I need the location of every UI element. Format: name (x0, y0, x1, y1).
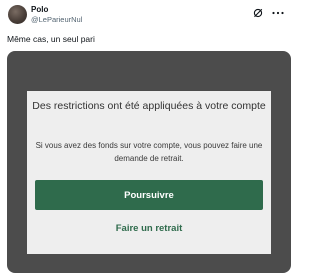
tweet-text: Même cas, un seul pari (7, 34, 95, 44)
tweet-header: Polo @LeParieurNul (0, 0, 300, 30)
grok-icon[interactable] (253, 8, 263, 18)
author-name[interactable]: Polo (31, 5, 48, 14)
more-horizontal-icon[interactable] (271, 8, 285, 18)
withdraw-link[interactable]: Faire un retrait (27, 221, 271, 237)
author-handle[interactable]: @LeParieurNul (31, 15, 82, 24)
avatar[interactable] (8, 5, 27, 24)
dialog-body: Si vous avez des fonds sur votre compte,… (35, 141, 263, 163)
continue-button[interactable]: Poursuivre (35, 180, 263, 210)
dialog-title: Des restrictions ont été appliquées à vo… (32, 100, 266, 112)
tweet-media[interactable]: Des restrictions ont été appliquées à vo… (7, 51, 291, 273)
restriction-dialog: Des restrictions ont été appliquées à vo… (27, 91, 271, 254)
